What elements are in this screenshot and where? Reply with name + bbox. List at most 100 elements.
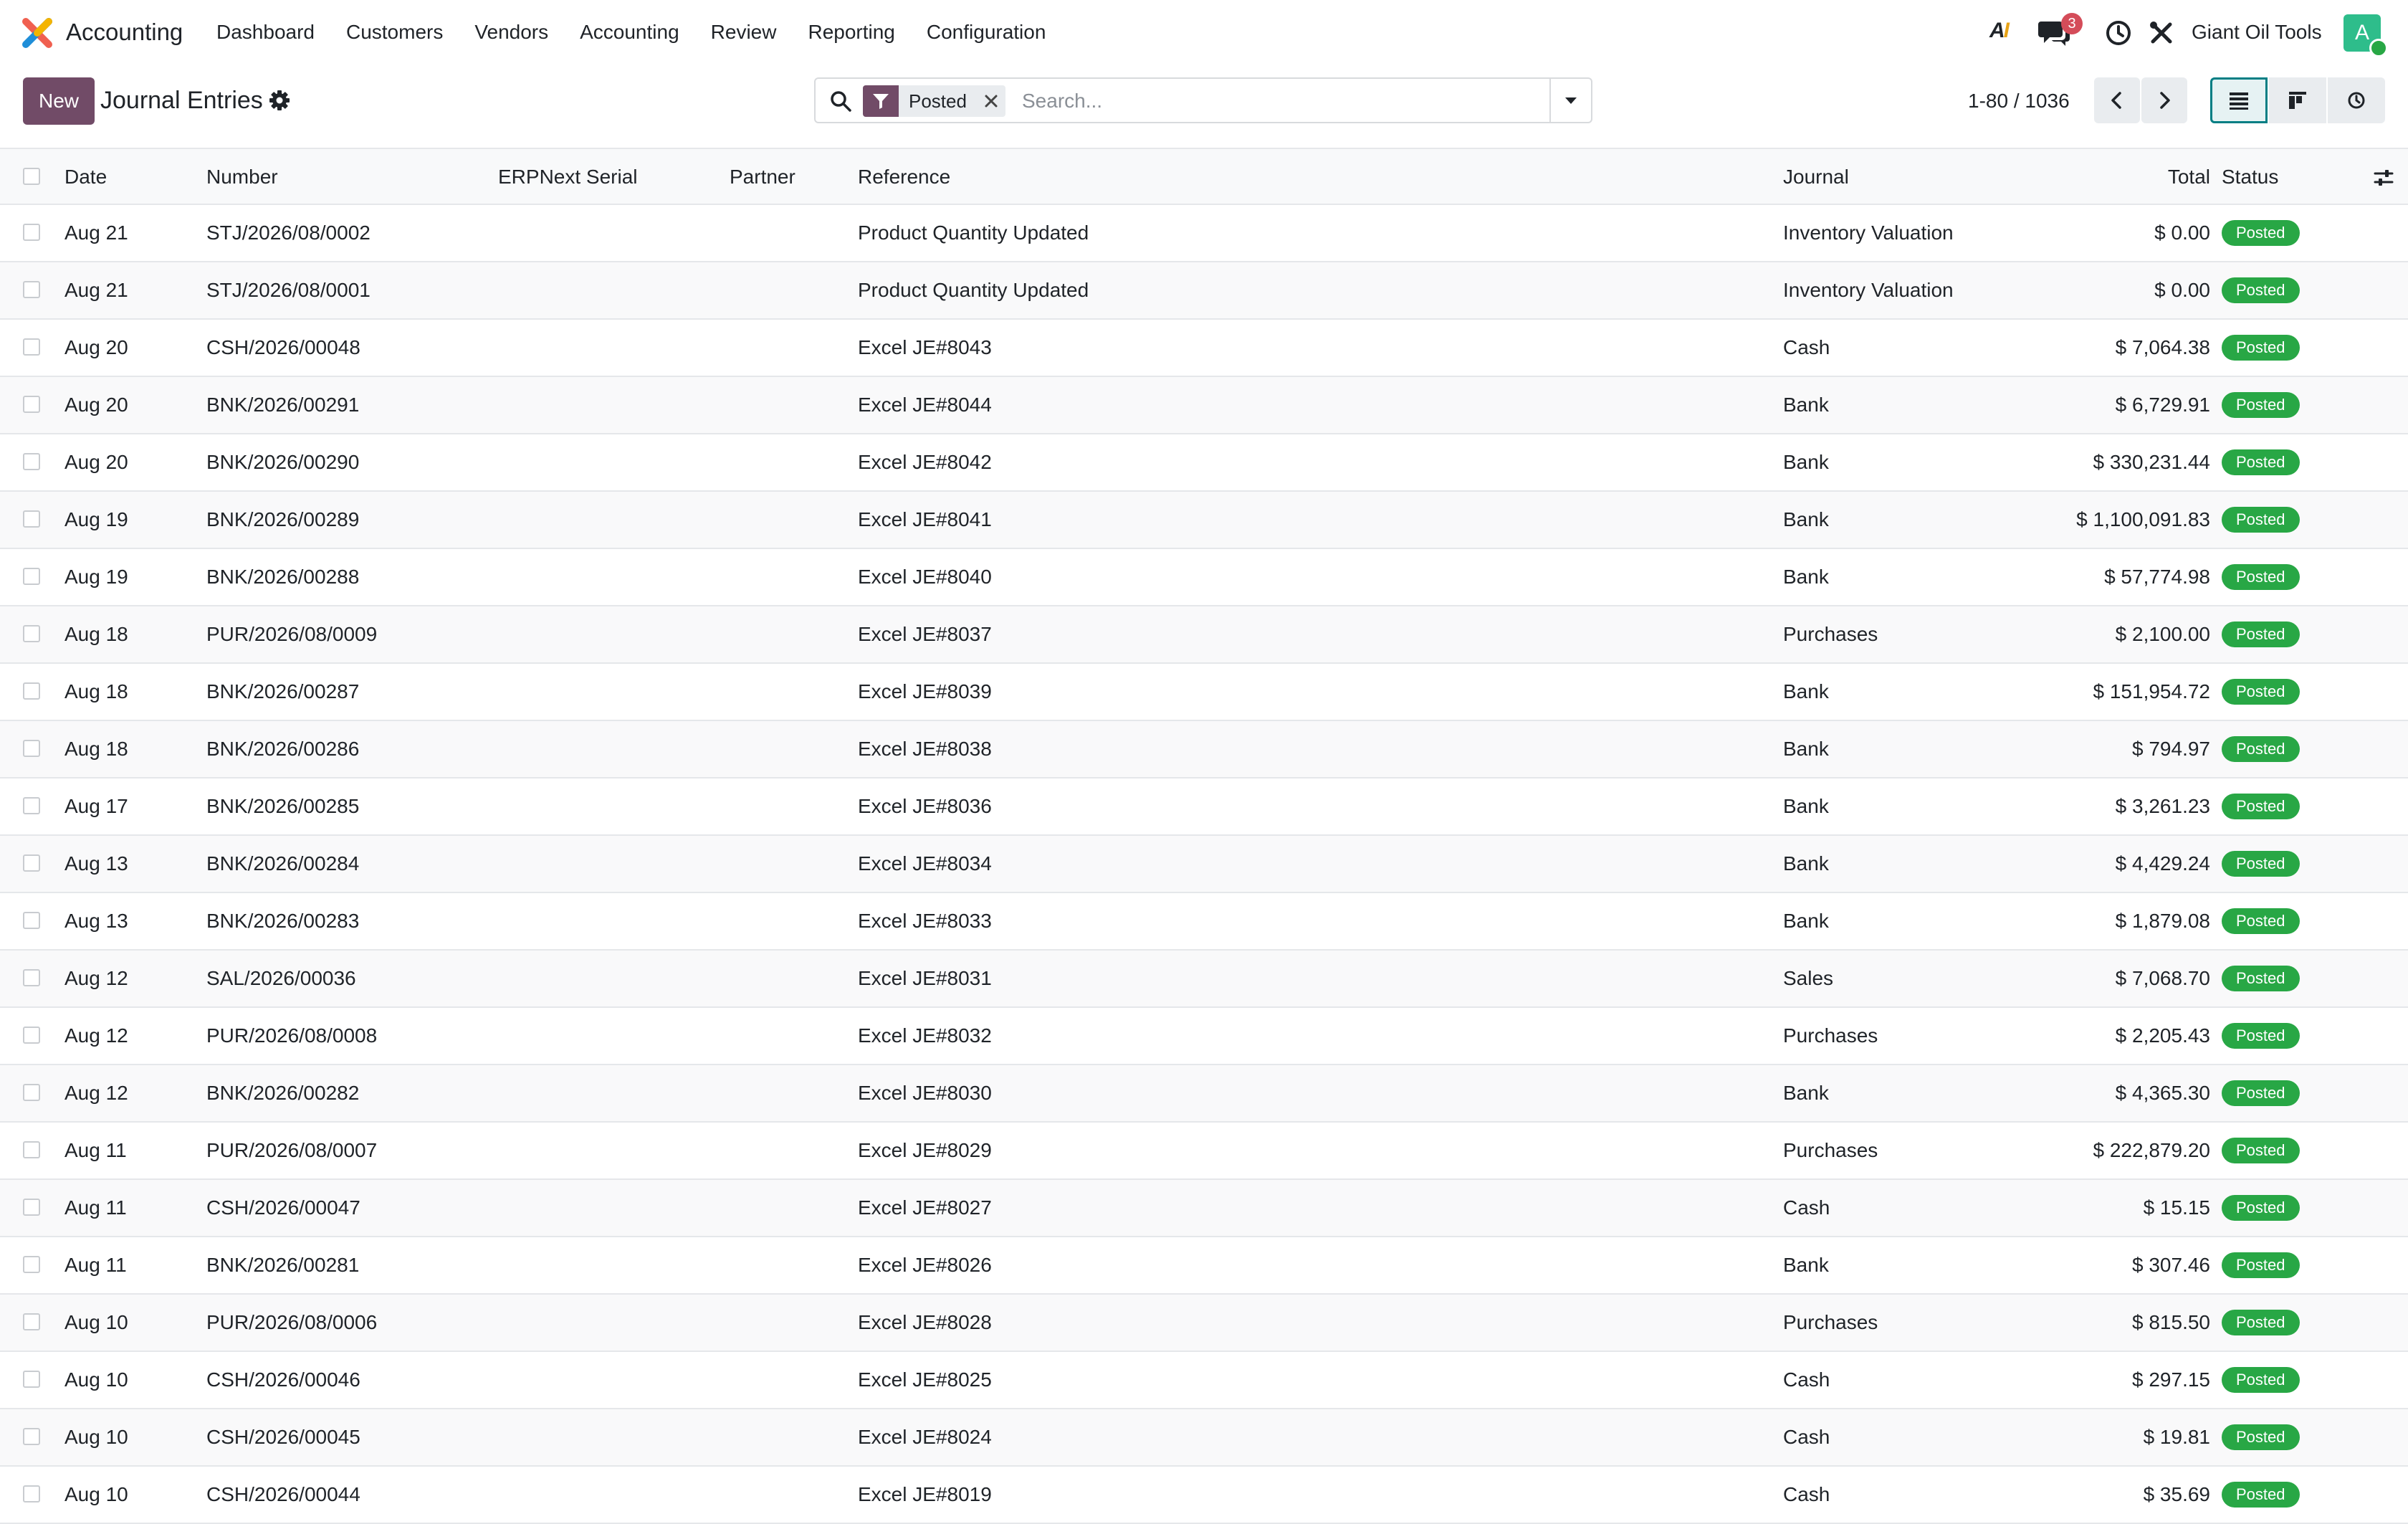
activity-clock-icon <box>2348 92 2365 109</box>
pager-value[interactable]: 1-80 / 1036 <box>1968 85 2070 118</box>
header-partner[interactable]: Partner <box>730 149 796 205</box>
row-checkbox[interactable] <box>23 1313 40 1330</box>
search-input[interactable] <box>1021 85 1525 118</box>
menu-configuration[interactable]: Configuration <box>911 16 1062 49</box>
list-view-icon <box>2230 92 2248 110</box>
header-total[interactable]: Total <box>2168 149 2210 205</box>
select-all-checkbox[interactable] <box>23 168 40 185</box>
cell-journal: Cash <box>1783 1196 1830 1219</box>
table-row[interactable]: Aug 19 BNK/2026/00288 Excel JE#8040 Bank $ 5… <box>0 549 2408 606</box>
row-checkbox[interactable] <box>23 1485 40 1502</box>
menu-vendors[interactable]: Vendors <box>459 16 564 49</box>
ai-assistant-icon[interactable]: AI <box>1989 19 2010 43</box>
table-row[interactable]: Aug 10 CSH/2026/00046 Excel JE#8025 Cash $ 2… <box>0 1352 2408 1409</box>
table-row[interactable]: Aug 12 PUR/2026/08/0008 Excel JE#8032 Purch… <box>0 1008 2408 1065</box>
table-row[interactable]: Aug 13 BNK/2026/00284 Excel JE#8034 Bank $ 4… <box>0 836 2408 893</box>
table-row[interactable]: Aug 10 PUR/2026/08/0006 Excel JE#8028 Purch… <box>0 1295 2408 1352</box>
app-name[interactable]: Accounting <box>66 16 183 49</box>
table-row[interactable]: Aug 18 BNK/2026/00286 Excel JE#8038 Bank $ 7… <box>0 721 2408 778</box>
table-row[interactable]: Aug 10 CSH/2026/00044 Excel JE#8019 Cash $ 3… <box>0 1467 2408 1524</box>
cell-reference: Excel JE#8038 <box>858 738 992 760</box>
cell-status: Posted <box>2222 664 2300 720</box>
row-checkbox[interactable] <box>23 1084 40 1101</box>
row-checkbox[interactable] <box>23 453 40 470</box>
table-row[interactable]: Aug 13 BNK/2026/00283 Excel JE#8033 Bank $ 1… <box>0 893 2408 951</box>
row-checkbox[interactable] <box>23 682 40 700</box>
gear-icon[interactable] <box>268 89 291 112</box>
table-row[interactable]: Aug 18 PUR/2026/08/0009 Excel JE#8037 Purch… <box>0 606 2408 664</box>
company-switcher[interactable]: Giant Oil Tools <box>2192 16 2322 49</box>
table-row[interactable]: Aug 12 BNK/2026/00282 Excel JE#8030 Bank $ 4… <box>0 1065 2408 1123</box>
cell-status: Posted <box>2222 549 2300 605</box>
activity-clock-icon[interactable] <box>2104 19 2133 47</box>
table-row[interactable]: Aug 18 BNK/2026/00287 Excel JE#8039 Bank $ 1… <box>0 664 2408 721</box>
header-erpnext-serial[interactable]: ERPNext Serial <box>498 149 638 205</box>
table-row[interactable]: Aug 11 CSH/2026/00047 Excel JE#8027 Cash $ 1… <box>0 1180 2408 1237</box>
row-checkbox[interactable] <box>23 1371 40 1388</box>
row-checkbox[interactable] <box>23 510 40 528</box>
header-journal[interactable]: Journal <box>1783 149 1849 205</box>
row-checkbox[interactable] <box>23 740 40 757</box>
row-checkbox[interactable] <box>23 1141 40 1158</box>
debug-tools-icon[interactable] <box>2147 19 2176 47</box>
table-row[interactable]: Aug 19 BNK/2026/00289 Excel JE#8041 Bank $ 1… <box>0 492 2408 549</box>
search-icon[interactable] <box>828 89 853 113</box>
search-options-toggle[interactable] <box>1549 79 1591 122</box>
cell-status: Posted <box>2222 1008 2300 1064</box>
table-row[interactable]: Aug 21 STJ/2026/08/0002 Product Quantity U… <box>0 205 2408 262</box>
table-row[interactable]: Aug 11 PUR/2026/08/0007 Excel JE#8029 Purch… <box>0 1123 2408 1180</box>
row-checkbox[interactable] <box>23 1199 40 1216</box>
list-view-button[interactable] <box>2210 77 2268 123</box>
menu-review[interactable]: Review <box>695 16 793 49</box>
table-row[interactable]: Aug 17 BNK/2026/00285 Excel JE#8036 Bank $ 3… <box>0 778 2408 836</box>
pager-next-button[interactable] <box>2141 77 2187 123</box>
row-checkbox[interactable] <box>23 568 40 585</box>
table-row[interactable]: Aug 20 CSH/2026/00048 Excel JE#8043 Cash $ 7… <box>0 320 2408 377</box>
row-checkbox[interactable] <box>23 281 40 298</box>
row-checkbox[interactable] <box>23 797 40 814</box>
new-button[interactable]: New <box>23 77 95 125</box>
row-checkbox[interactable] <box>23 396 40 413</box>
cell-number: SAL/2026/00036 <box>206 967 356 989</box>
optional-columns-icon[interactable] <box>2372 166 2395 189</box>
pager-previous-button[interactable] <box>2094 77 2140 123</box>
cell-journal: Cash <box>1783 1426 1830 1448</box>
kanban-view-icon <box>2289 92 2306 109</box>
table-row[interactable]: Aug 20 BNK/2026/00291 Excel JE#8044 Bank $ 6… <box>0 377 2408 434</box>
cell-date: Aug 21 <box>64 222 128 244</box>
header-number[interactable]: Number <box>206 149 278 205</box>
cell-journal: Bank <box>1783 910 1829 932</box>
row-checkbox[interactable] <box>23 1027 40 1044</box>
row-checkbox[interactable] <box>23 969 40 986</box>
remove-facet-close-icon[interactable] <box>977 85 1005 117</box>
header-reference[interactable]: Reference <box>858 149 950 205</box>
menu-customers[interactable]: Customers <box>330 16 459 49</box>
cell-status: Posted <box>2222 1123 2300 1178</box>
cell-total: $ 3,261.23 <box>2115 795 2210 817</box>
activity-view-button[interactable] <box>2328 77 2385 123</box>
header-status[interactable]: Status <box>2222 149 2278 205</box>
menu-accounting[interactable]: Accounting <box>564 16 695 49</box>
row-checkbox[interactable] <box>23 854 40 872</box>
row-checkbox[interactable] <box>23 912 40 929</box>
row-checkbox[interactable] <box>23 1256 40 1273</box>
menu-reporting[interactable]: Reporting <box>792 16 910 49</box>
table-row[interactable]: Aug 20 BNK/2026/00290 Excel JE#8042 Bank $ 3… <box>0 434 2408 492</box>
row-checkbox[interactable] <box>23 224 40 241</box>
cell-status: Posted <box>2222 1065 2300 1121</box>
row-checkbox[interactable] <box>23 1428 40 1445</box>
menu-dashboard[interactable]: Dashboard <box>201 16 330 49</box>
table-row[interactable]: Aug 21 STJ/2026/08/0001 Product Quantity U… <box>0 262 2408 320</box>
row-checkbox[interactable] <box>23 338 40 356</box>
cell-number: STJ/2026/08/0002 <box>206 222 371 244</box>
table-row[interactable]: Aug 12 SAL/2026/00036 Excel JE#8031 Sales $ … <box>0 951 2408 1008</box>
header-date[interactable]: Date <box>64 149 107 205</box>
accounting-app-icon[interactable] <box>22 17 53 49</box>
table-row[interactable]: Aug 11 BNK/2026/00281 Excel JE#8026 Bank $ 3… <box>0 1237 2408 1295</box>
table-row[interactable]: Aug 10 CSH/2026/00045 Excel JE#8024 Cash $ 1… <box>0 1409 2408 1467</box>
page-title[interactable]: Journal Entries <box>100 82 263 119</box>
row-checkbox[interactable] <box>23 625 40 642</box>
cell-date: Aug 10 <box>64 1483 128 1505</box>
cell-total: $ 2,205.43 <box>2115 1024 2210 1047</box>
kanban-view-button[interactable] <box>2269 77 2326 123</box>
